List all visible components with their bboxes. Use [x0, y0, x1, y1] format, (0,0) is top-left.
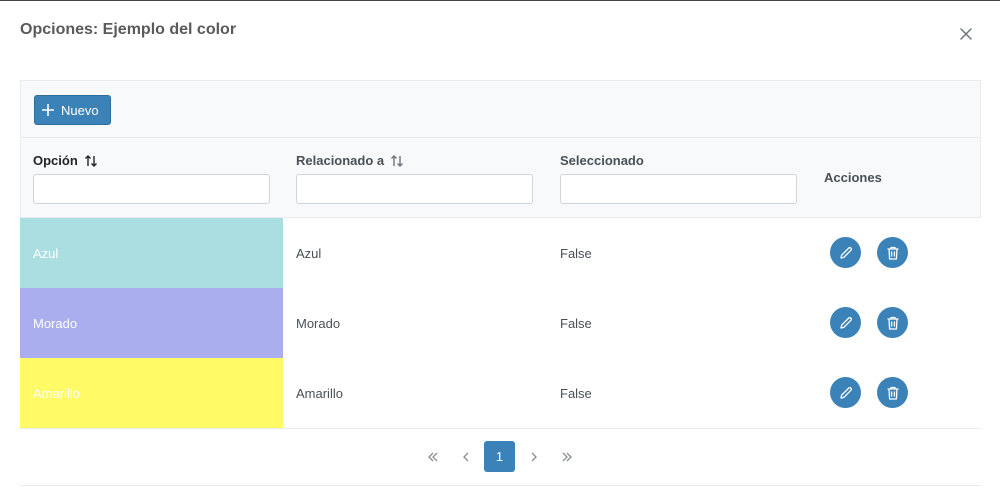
sort-icon [84, 154, 97, 167]
option-cell: Amarillo [20, 358, 283, 428]
prev-page-icon [462, 452, 468, 461]
first-page-button[interactable] [417, 441, 448, 472]
option-cell: Azul [20, 218, 283, 288]
edit-button[interactable] [830, 237, 861, 268]
table-header: Opción Relacionado a Seleccionado Accion… [20, 137, 981, 218]
selected-cell: False [560, 315, 592, 331]
delete-button[interactable] [877, 237, 908, 268]
first-page-icon [427, 452, 437, 461]
last-page-icon [562, 452, 572, 461]
trash-icon [887, 386, 898, 400]
new-button[interactable]: Nuevo [34, 95, 111, 125]
trash-icon [887, 316, 898, 330]
column-option-header[interactable]: Opción [33, 153, 98, 168]
column-actions: Acciones [812, 138, 982, 219]
delete-button[interactable] [877, 377, 908, 408]
related-cell: Azul [296, 245, 322, 261]
paginator: 1 [20, 429, 981, 486]
selected-cell: False [560, 385, 592, 401]
selected-filter-input[interactable] [560, 174, 797, 204]
table-toolbar: Nuevo [20, 80, 981, 138]
close-icon [960, 28, 972, 40]
column-option-label: Opción [33, 153, 78, 168]
selected-cell: False [560, 245, 592, 261]
plus-icon [42, 104, 54, 116]
column-selected: Seleccionado [548, 138, 812, 219]
column-related-header[interactable]: Relacionado a [296, 153, 404, 168]
last-page-button[interactable] [551, 441, 582, 472]
column-related-label: Relacionado a [296, 153, 385, 168]
option-filter-input[interactable] [33, 174, 270, 204]
column-actions-label: Acciones [824, 170, 882, 185]
dialog-title: Opciones: Ejemplo del color [20, 21, 237, 38]
pencil-icon [839, 386, 852, 399]
table-row: Morado Morado False [20, 288, 981, 359]
column-related: Relacionado a [284, 138, 548, 219]
edit-button[interactable] [830, 307, 861, 338]
related-cell: Morado [296, 315, 341, 331]
table-row: Amarillo Amarillo False [20, 358, 981, 429]
trash-icon [887, 246, 898, 260]
column-option: Opción [21, 138, 284, 219]
related-cell: Amarillo [296, 385, 343, 401]
next-page-icon [531, 452, 537, 461]
prev-page-button[interactable] [450, 441, 481, 472]
pencil-icon [839, 246, 852, 259]
table-row: Azul Azul False [20, 218, 981, 289]
column-selected-label: Seleccionado [560, 153, 644, 168]
next-page-button[interactable] [518, 441, 549, 472]
sort-icon [391, 154, 404, 167]
related-filter-input[interactable] [296, 174, 533, 204]
new-button-label: Nuevo [61, 102, 99, 118]
options-dialog: Opciones: Ejemplo del color Nuevo Opción [0, 0, 1000, 499]
close-button[interactable] [955, 23, 977, 45]
delete-button[interactable] [877, 307, 908, 338]
option-cell: Morado [20, 288, 283, 358]
page-1-button[interactable]: 1 [484, 441, 515, 472]
edit-button[interactable] [830, 377, 861, 408]
pencil-icon [839, 316, 852, 329]
